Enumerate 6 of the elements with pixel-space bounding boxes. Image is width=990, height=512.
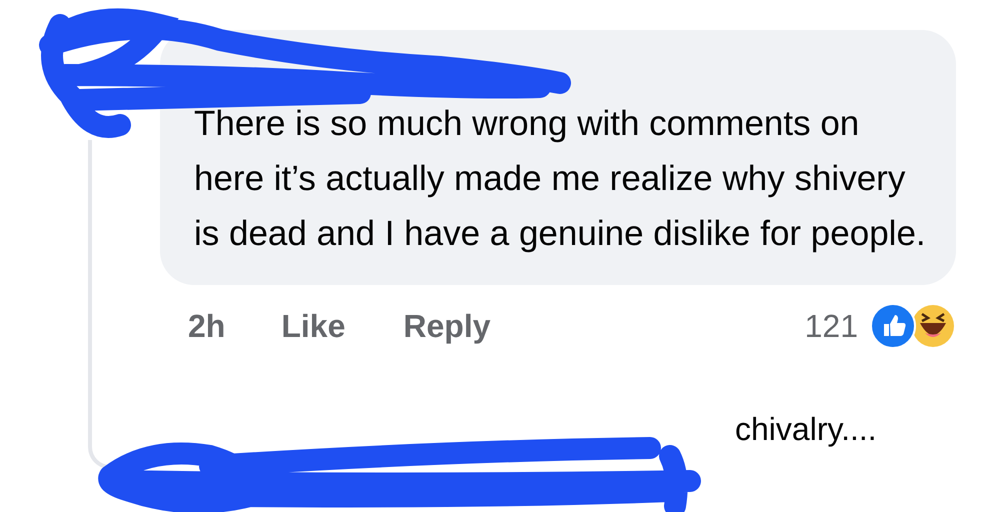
reply-preview-text: chivalry.... (735, 411, 877, 447)
comment-time[interactable]: 2h (188, 308, 226, 344)
comment-action-link[interactable]: Like (281, 308, 346, 344)
comment-action-link[interactable]: Reply (403, 308, 491, 344)
reaction-count[interactable]: 121 (804, 308, 858, 344)
comment-text: There is so much wrong with comments on here it’s actually made me realize why shivery is dead and I have a genuine dislike for people. (194, 103, 927, 255)
